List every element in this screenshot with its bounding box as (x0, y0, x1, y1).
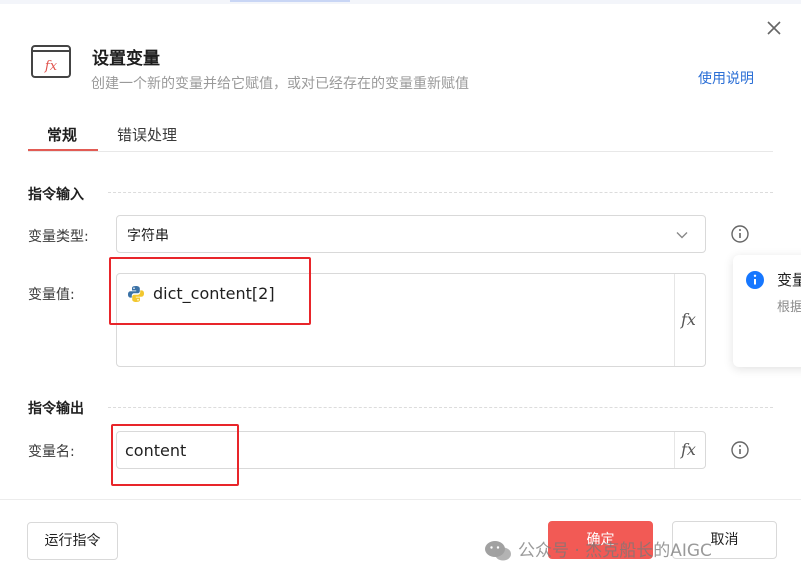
dialog-title: 设置变量 (92, 49, 160, 69)
variable-name-text: content (125, 441, 187, 460)
function-icon: fx (31, 45, 71, 78)
output-section-title: 指令输出 (28, 401, 84, 417)
cancel-button[interactable]: 取消 (672, 521, 777, 559)
variable-name-label: 变量名: (28, 444, 75, 460)
close-button[interactable] (762, 16, 786, 40)
variable-value-text: dict_content[2] (153, 284, 275, 303)
popover-subtitle: 根据 (777, 300, 801, 315)
chevron-down-icon (676, 232, 688, 239)
variable-value-input[interactable]: dict_content[2] fx (116, 273, 706, 367)
dialog-subtitle: 创建一个新的变量并给它赋值，或对已经存在的变量重新赋值 (91, 76, 469, 92)
fx-button[interactable]: fx (674, 432, 705, 468)
info-icon[interactable] (730, 440, 750, 460)
variable-type-value: 字符串 (127, 228, 169, 244)
active-tab-indicator (28, 149, 98, 151)
fx-button[interactable]: fx (674, 274, 705, 366)
fx-icon: fx (681, 310, 696, 329)
wechat-icon (485, 541, 511, 561)
input-section-title: 指令输入 (28, 187, 84, 203)
section-divider (108, 407, 773, 408)
tab-general[interactable]: 常规 (47, 124, 77, 145)
variable-name-input[interactable]: content fx (116, 431, 706, 469)
tab-error-handling[interactable]: 错误处理 (117, 124, 177, 145)
variable-value-label: 变量值: (28, 287, 75, 303)
ok-button[interactable]: 确定 (548, 521, 653, 559)
python-icon (128, 286, 144, 302)
variable-type-label: 变量类型: (28, 229, 89, 245)
info-popover: 变量 根据 (733, 255, 801, 367)
close-icon (767, 21, 781, 35)
info-icon[interactable] (730, 224, 750, 244)
help-link[interactable]: 使用说明 (698, 68, 754, 88)
info-filled-icon (746, 271, 764, 289)
fx-icon: fx (681, 440, 696, 459)
footer-divider (0, 499, 801, 500)
top-strip (0, 0, 801, 4)
run-command-button[interactable]: 运行指令 (27, 522, 118, 560)
tab-bar: 常规 错误处理 (28, 120, 773, 152)
popover-title: 变量 (777, 271, 801, 289)
svg-text:fx: fx (44, 59, 58, 74)
section-divider (108, 192, 773, 193)
variable-type-select[interactable]: 字符串 (116, 215, 706, 253)
